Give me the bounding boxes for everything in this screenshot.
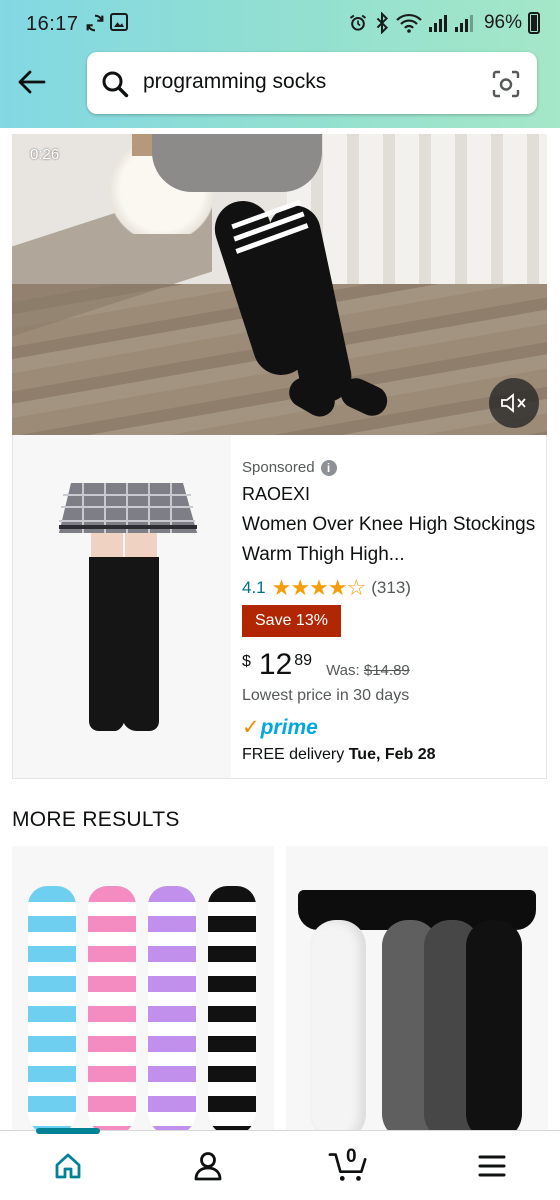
video-skirt — [152, 134, 322, 192]
was-price: Was: $14.89 — [326, 662, 410, 679]
menu-icon — [478, 1155, 506, 1177]
cart-count: 0 — [346, 1146, 357, 1167]
active-tab-indicator — [36, 1128, 100, 1134]
home-icon — [55, 1153, 81, 1179]
price-whole: 12 — [258, 648, 293, 681]
sponsored-text: Sponsored — [242, 459, 315, 476]
status-bar: 16:17 96% — [0, 0, 560, 48]
back-arrow-icon — [18, 70, 46, 94]
delivery-prefix: FREE delivery — [242, 746, 345, 763]
account-icon — [194, 1152, 222, 1181]
signal-icon — [428, 15, 447, 32]
prime-text: prime — [260, 715, 318, 739]
mute-button[interactable] — [489, 378, 539, 428]
sync-icon — [86, 14, 104, 32]
search-input[interactable]: programming socks — [143, 70, 326, 94]
result-card-solid-socks[interactable] — [286, 846, 548, 1136]
sock-image-black — [208, 886, 256, 1136]
camera-search-icon[interactable] — [491, 69, 521, 99]
sock-image-purple — [148, 886, 196, 1136]
sponsored-product-card[interactable]: Sponsored i RAOEXI Women Over Knee High … — [12, 435, 547, 779]
sock-image-pink — [88, 886, 136, 1136]
speaker-muted-icon — [501, 393, 526, 413]
status-time: 16:17 — [26, 13, 79, 35]
sock-image-black — [466, 920, 522, 1136]
product-rating[interactable]: 4.1 ★★★★☆ (313) — [242, 575, 411, 601]
nav-cart[interactable]: 0 — [328, 1146, 368, 1186]
product-title[interactable]: Women Over Knee High Stockings Warm Thig… — [242, 510, 542, 570]
bluetooth-icon — [376, 12, 388, 34]
prime-check-icon: ✓ — [242, 716, 260, 739]
nav-account[interactable] — [188, 1146, 228, 1186]
nav-menu[interactable] — [472, 1146, 512, 1186]
result-card-striped-socks[interactable] — [12, 846, 274, 1136]
battery-icon — [528, 12, 540, 34]
signal-icon-2 — [454, 15, 473, 32]
price-fraction: 89 — [294, 652, 313, 669]
was-price-value: $14.89 — [363, 662, 410, 679]
info-icon[interactable]: i — [320, 459, 337, 476]
app-header: 16:17 96% programming socks — [0, 0, 560, 128]
search-icon[interactable] — [101, 70, 129, 98]
battery-percent: 96% — [483, 12, 522, 33]
status-icons: 96% — [348, 12, 540, 34]
wifi-icon — [396, 13, 422, 33]
nav-home[interactable] — [48, 1146, 88, 1186]
sock-image-blue — [28, 886, 76, 1136]
was-label: Was: — [326, 662, 360, 679]
search-bar[interactable]: programming socks — [87, 52, 537, 114]
delivery-info: FREE delivery Tue, Feb 28 — [242, 746, 436, 764]
product-price: $ 12 89 Was: $14.89 — [242, 649, 410, 681]
more-results-heading: MORE RESULTS — [12, 808, 180, 831]
alarm-icon — [349, 14, 367, 31]
sock-image-white — [310, 920, 366, 1136]
product-photo-stockings — [59, 483, 197, 731]
discount-badge: Save 13% — [242, 605, 341, 637]
rating-value[interactable]: 4.1 — [242, 578, 266, 598]
delivery-date: Tue, Feb 28 — [348, 746, 436, 763]
prime-badge: ✓ prime — [242, 715, 318, 740]
rating-stars-icon: ★★★★☆ — [271, 575, 367, 600]
product-image[interactable] — [13, 435, 231, 778]
review-count[interactable]: (313) — [371, 578, 411, 598]
gallery-icon — [110, 13, 128, 31]
sponsored-video[interactable] — [12, 134, 547, 435]
lowest-price-note: Lowest price in 30 days — [242, 687, 410, 704]
product-brand: RAOEXI — [242, 484, 311, 504]
back-button[interactable] — [14, 64, 50, 100]
video-timer: 0:26 — [30, 146, 60, 163]
price-currency: $ — [242, 653, 251, 670]
sponsored-label[interactable]: Sponsored i — [242, 459, 337, 476]
